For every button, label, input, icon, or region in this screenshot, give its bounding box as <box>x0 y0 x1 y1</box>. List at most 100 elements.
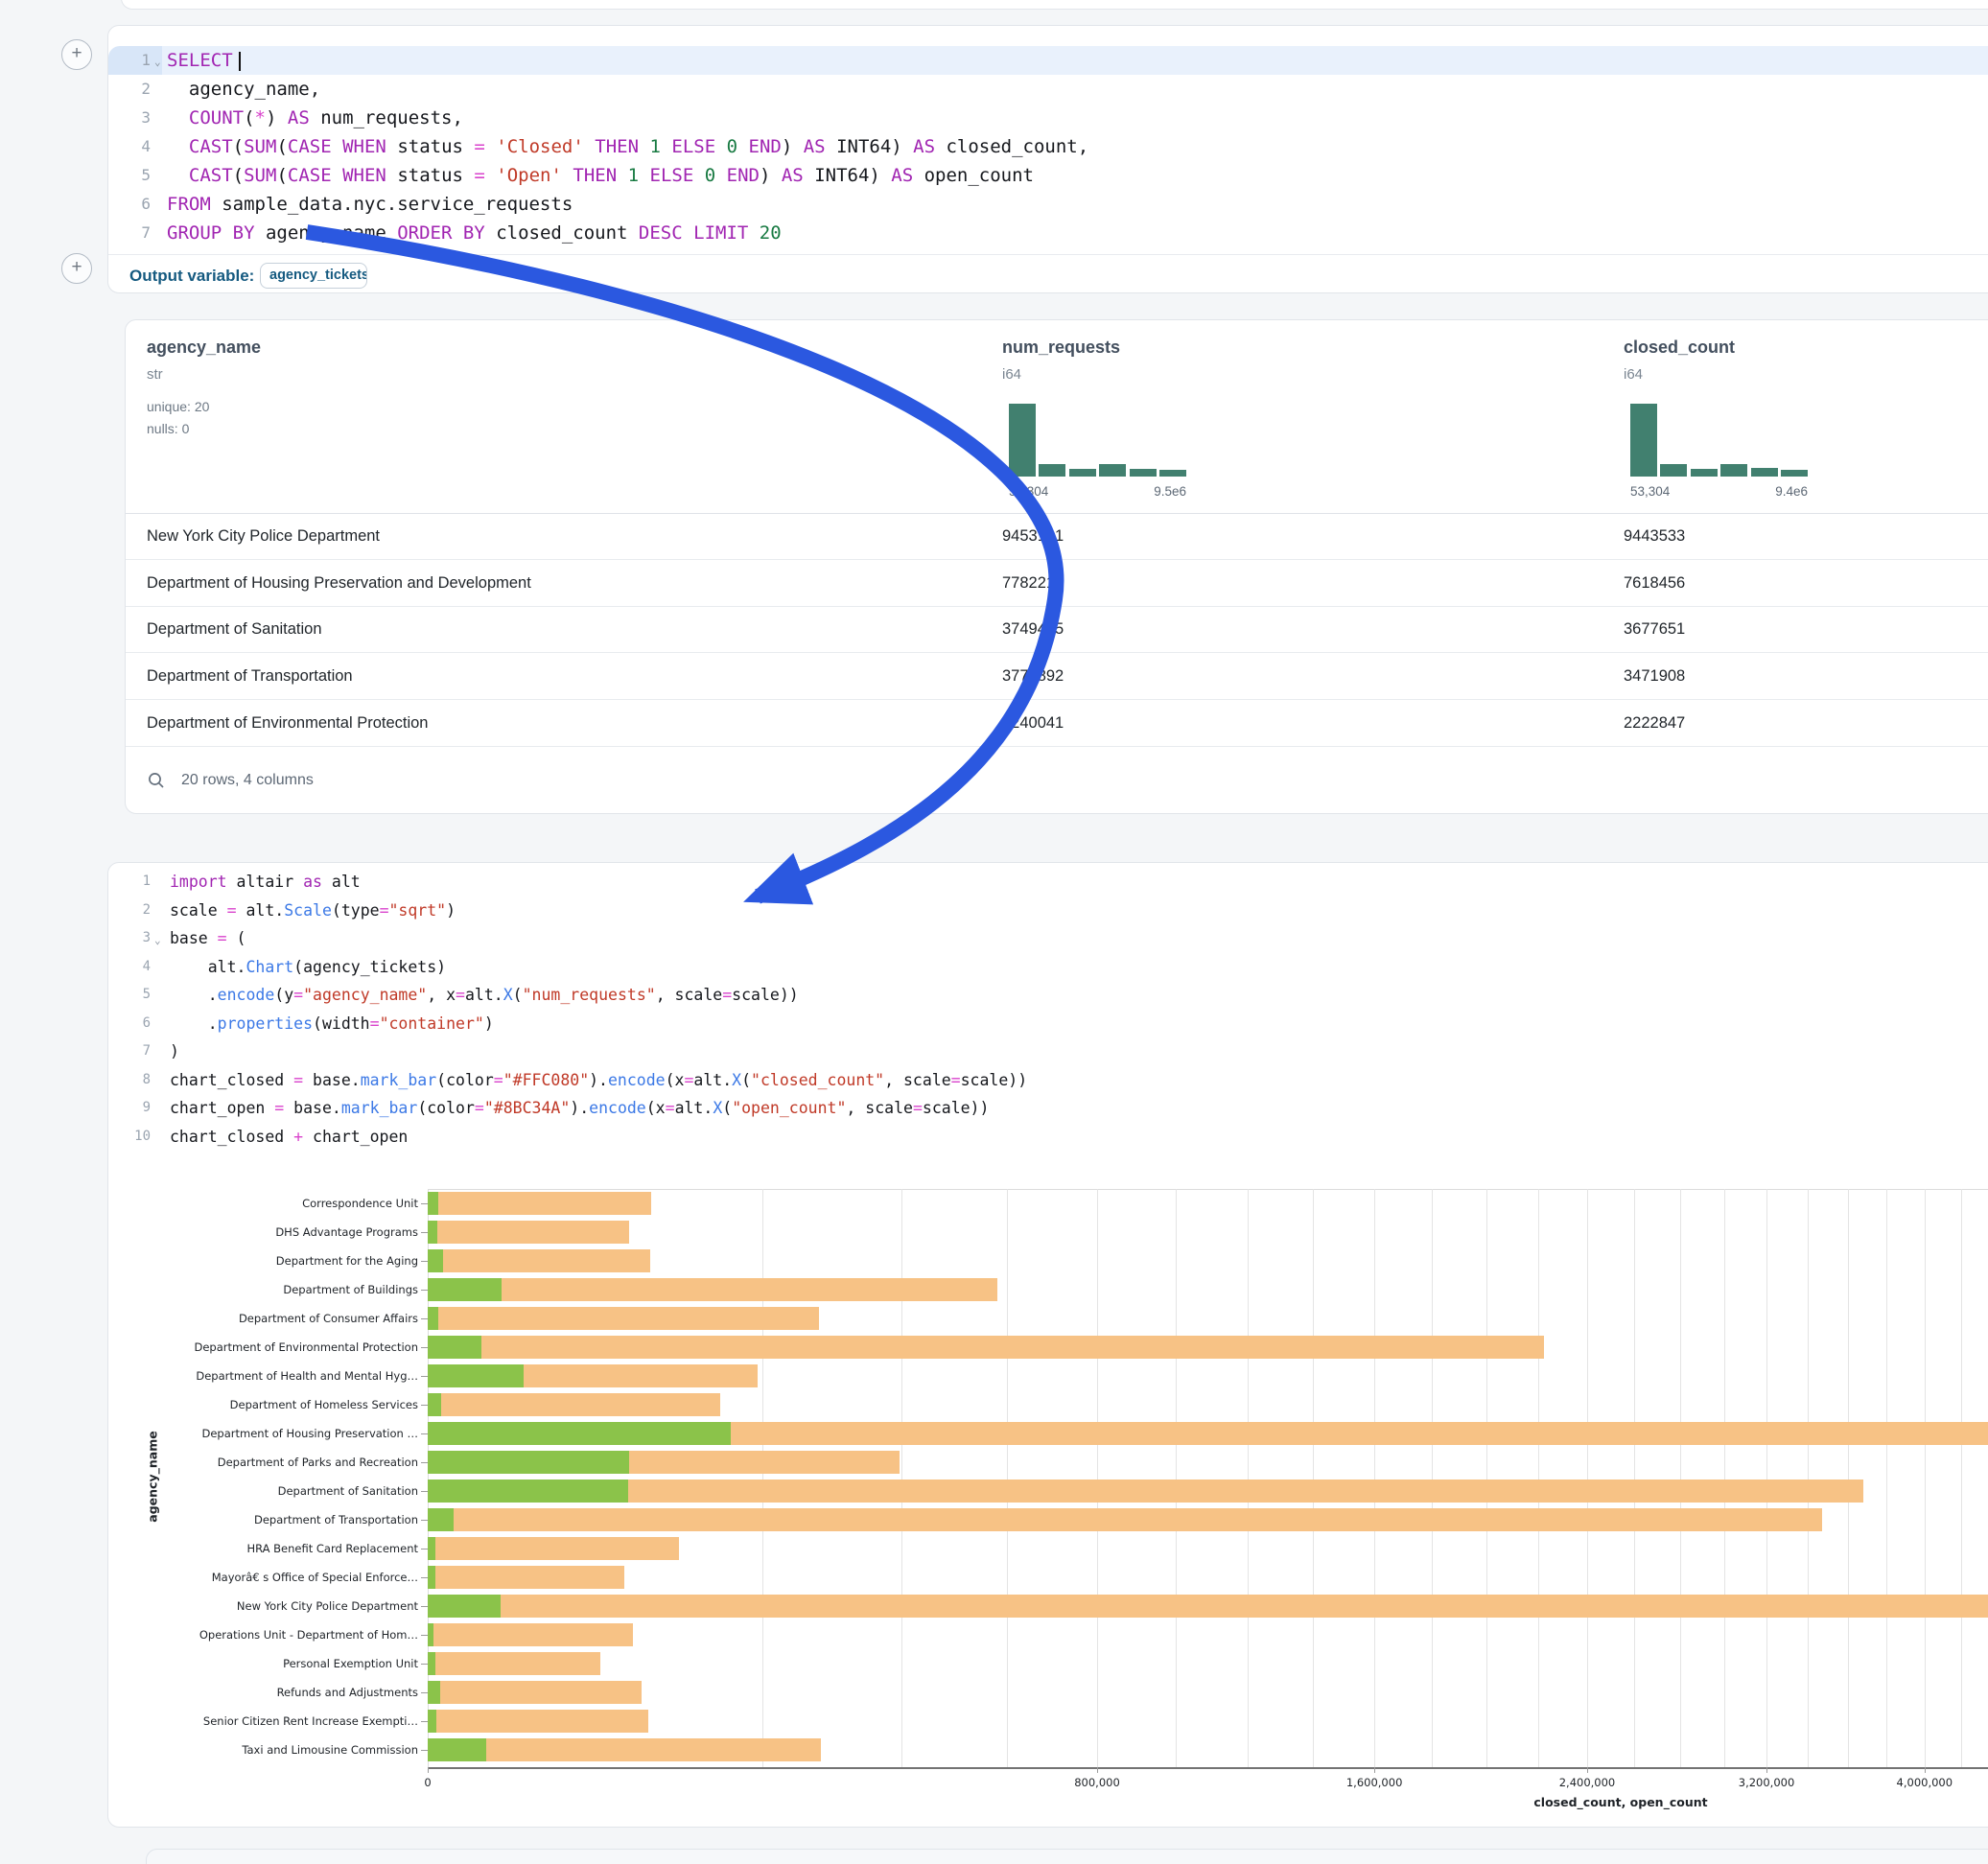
code-line[interactable]: 1 import altair as alt <box>108 868 1988 897</box>
column-header-name[interactable]: num_requests <box>1002 338 1120 358</box>
gutter-line-number: 9 <box>108 1094 151 1123</box>
fold-chevron-icon[interactable]: ⌄ <box>154 48 161 77</box>
code-text: scale = alt.Scale(type="sqrt") <box>170 897 456 925</box>
gutter-line-number: 3 <box>108 104 151 132</box>
gutter-line-number: 7 <box>108 1037 151 1066</box>
code-line[interactable]: 6 FROM sample_data.nyc.service_requests <box>108 190 1988 219</box>
next-cell-stub[interactable] <box>146 1849 1988 1864</box>
table-cell: 9443533 <box>1624 527 1685 546</box>
table-cell: 7618456 <box>1624 574 1685 593</box>
add-cell-button-top[interactable]: + <box>61 39 92 70</box>
table-cell: 3677651 <box>1624 620 1685 639</box>
code-text: chart_closed = base.mark_bar(color="#FFC… <box>170 1066 1027 1095</box>
code-line[interactable]: 2 agency_name, <box>108 75 1988 104</box>
histogram-bar <box>1660 464 1687 477</box>
sql-code-editor[interactable]: 1⌄SELECT2 agency_name,3 COUNT(*) AS num_… <box>108 26 1988 254</box>
code-text: SELECT <box>167 46 241 75</box>
table-cell: 9453131 <box>1002 527 1064 546</box>
table-row[interactable]: New York City Police Department945313194… <box>126 514 1988 560</box>
code-text: COUNT(*) AS num_requests, <box>167 104 463 132</box>
cell-divider <box>108 254 1988 255</box>
code-line[interactable]: 3 COUNT(*) AS num_requests, <box>108 104 1988 132</box>
table-cell: 3471908 <box>1624 667 1685 686</box>
gutter-line-number: 10 <box>108 1123 151 1152</box>
gutter-line-number: 4 <box>108 132 151 161</box>
table-cell: Department of Housing Preservation and D… <box>147 574 531 593</box>
code-line[interactable]: 4 CAST(SUM(CASE WHEN status = 'Closed' T… <box>108 132 1988 161</box>
table-cell: 2240041 <box>1002 714 1064 733</box>
gutter-line-number: 5 <box>108 161 151 190</box>
output-variable-pill[interactable]: agency_tickets <box>260 263 367 289</box>
code-line[interactable]: 8 chart_closed = base.mark_bar(color="#FF… <box>108 1066 1988 1095</box>
table-cell: 3774892 <box>1002 667 1064 686</box>
code-text: .encode(y="agency_name", x=alt.X("num_re… <box>170 981 799 1010</box>
sql-cell[interactable]: 1⌄SELECT2 agency_name,3 COUNT(*) AS num_… <box>107 25 1988 293</box>
code-text: import altair as alt <box>170 868 361 897</box>
table-cell: 7782211 <box>1002 574 1063 593</box>
code-text: chart_closed + chart_open <box>170 1123 408 1152</box>
previous-cell-stub[interactable] <box>121 0 1988 10</box>
histogram-bar <box>1099 464 1126 477</box>
gutter-line-number: 7 <box>108 219 151 247</box>
code-text: CAST(SUM(CASE WHEN status = 'Closed' THE… <box>167 132 1088 161</box>
table-row[interactable]: Department of Sanitation 3749485 3677651 <box>126 607 1988 653</box>
gutter-line-number: 3 <box>108 924 151 953</box>
fold-chevron-icon[interactable]: ⌄ <box>154 926 161 955</box>
column-header-type: i64 <box>1624 366 1643 383</box>
gutter-line-number: 2 <box>108 75 151 104</box>
table-row[interactable]: Department of Transportation377489234719… <box>126 654 1988 700</box>
gutter-line-number: 8 <box>108 1066 151 1095</box>
gutter-line-number: 1 <box>108 868 151 897</box>
gutter-line-number: 6 <box>108 190 151 219</box>
text-cursor <box>239 52 241 71</box>
search-icon[interactable] <box>147 771 166 790</box>
table-header-divider <box>126 513 1988 514</box>
histogram-bar <box>1069 469 1096 477</box>
python-cell[interactable]: 1 import altair as alt2scale = alt.Scale(… <box>107 862 1988 1828</box>
code-line[interactable]: 10 chart_closed + chart_open <box>108 1123 1988 1152</box>
notebook-canvas: + + 1⌄SELECT2 agency_name,3 COUNT(*) AS … <box>0 0 1988 1864</box>
add-cell-button-middle[interactable]: + <box>61 253 92 284</box>
gutter-line-number: 4 <box>108 953 151 982</box>
code-line[interactable]: 1⌄SELECT <box>108 46 1988 75</box>
code-line[interactable]: 5 .encode(y="agency_name", x=alt.X("num_… <box>108 981 1988 1010</box>
y-axis-title: agency_name <box>146 1431 160 1522</box>
histogram-bar <box>1039 464 1065 477</box>
histogram-bar <box>1130 469 1157 477</box>
table-row[interactable]: Department of Environmental Protection 22… <box>126 701 1988 747</box>
histogram-bar <box>1691 469 1718 477</box>
x-axis-title: closed_count, open_count <box>1533 1795 1707 1809</box>
output-variable-label: Output variable: <box>129 267 254 286</box>
code-text: .properties(width="container") <box>170 1010 494 1038</box>
table-cell: Department of Environmental Protection <box>147 714 428 733</box>
histogram-bar <box>1781 470 1808 477</box>
gutter-line-number: 5 <box>108 981 151 1010</box>
code-line[interactable]: 7 GROUP BY agency_name ORDER BY closed_co… <box>108 219 1988 247</box>
histogram-bar <box>1751 468 1778 477</box>
column-header-type: str <box>147 366 163 383</box>
table-row[interactable]: Department of Housing Preservation and D… <box>126 561 1988 607</box>
gutter-line-number: 6 <box>108 1010 151 1038</box>
column-header-name[interactable]: closed_count <box>1624 338 1735 358</box>
gutter-line-number: 1 <box>108 46 151 75</box>
code-line[interactable]: 4 alt.Chart(agency_tickets) <box>108 953 1988 982</box>
code-line[interactable]: 3⌄base = ( <box>108 924 1988 953</box>
python-code-editor[interactable]: 1 import altair as alt2scale = alt.Scale(… <box>108 863 1988 1151</box>
table-cell: Department of Sanitation <box>147 620 322 639</box>
code-line[interactable]: 9 chart_open = base.mark_bar(color="#8BC3… <box>108 1094 1988 1123</box>
code-text: GROUP BY agency_name ORDER BY closed_cou… <box>167 219 782 247</box>
dataframe-preview[interactable]: agency_namestrunique: 20nulls: 0num_requ… <box>125 319 1988 814</box>
code-line[interactable]: 2scale = alt.Scale(type="sqrt") <box>108 897 1988 925</box>
table-cell: 3749485 <box>1002 620 1064 639</box>
code-line[interactable]: 6 .properties(width="container") <box>108 1010 1988 1038</box>
code-text: agency_name, <box>167 75 320 104</box>
histogram-bar <box>1009 404 1036 477</box>
code-line[interactable]: 5 CAST(SUM(CASE WHEN status = 'Open' THE… <box>108 161 1988 190</box>
column-header-name[interactable]: agency_name <box>147 338 261 358</box>
table-cell: 2222847 <box>1624 714 1685 733</box>
code-text: CAST(SUM(CASE WHEN status = 'Open' THEN … <box>167 161 1034 190</box>
code-text: FROM sample_data.nyc.service_requests <box>167 190 573 219</box>
code-text: chart_open = base.mark_bar(color="#8BC34… <box>170 1094 989 1123</box>
code-text: alt.Chart(agency_tickets) <box>170 953 446 982</box>
code-line[interactable]: 7) <box>108 1037 1988 1066</box>
